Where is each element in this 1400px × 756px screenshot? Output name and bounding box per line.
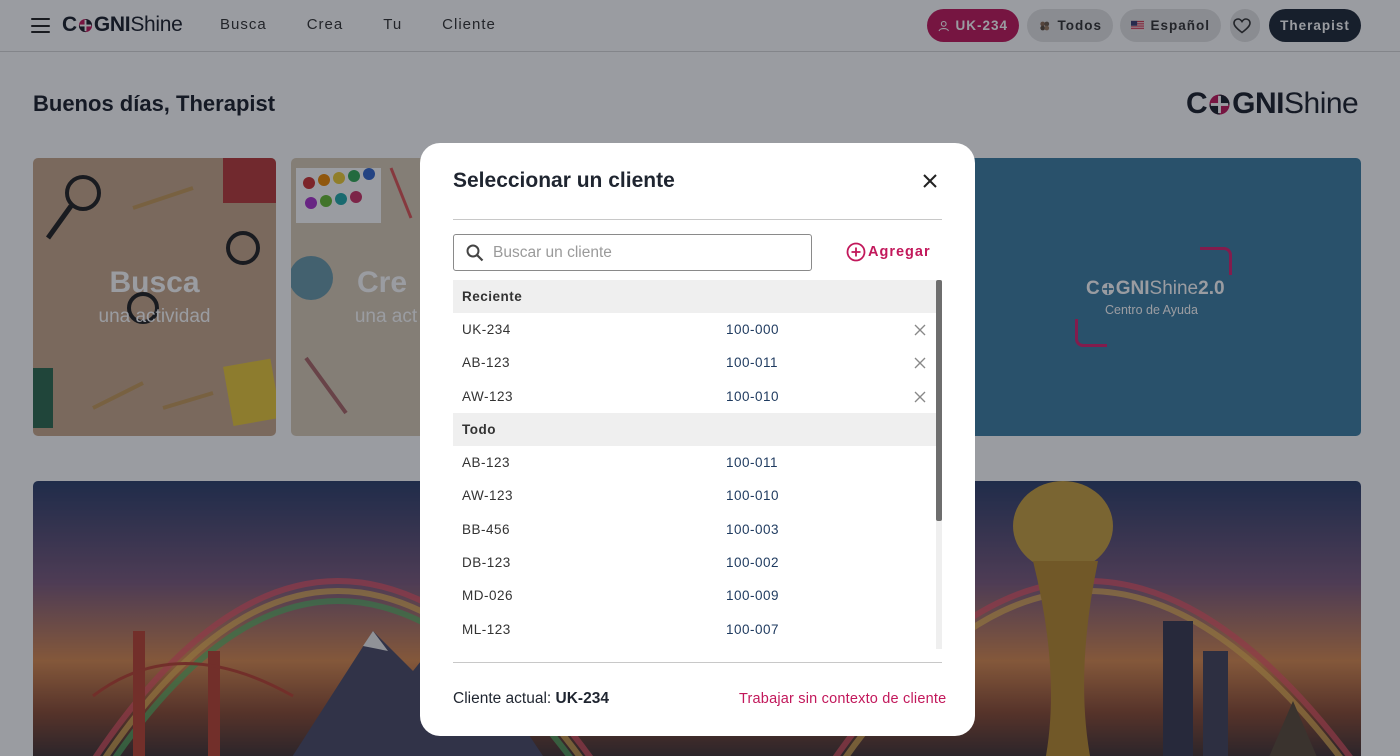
divider — [453, 662, 942, 663]
close-icon[interactable] — [920, 171, 940, 191]
client-list[interactable]: Reciente UK-234 100-000 AB-123 100-011 AW-12… — [453, 280, 942, 649]
client-code: AW-123 — [462, 388, 514, 404]
client-code: BB-456 — [462, 521, 511, 537]
client-search-box[interactable] — [453, 234, 812, 271]
client-number: 100-007 — [726, 621, 780, 637]
client-row[interactable]: MD-026 100-009 — [453, 579, 936, 612]
client-number: 100-010 — [726, 388, 780, 404]
client-number: 100-000 — [726, 322, 780, 338]
client-row[interactable]: AW-123 100-010 — [453, 380, 936, 413]
client-row[interactable]: AW-123 100-010 — [453, 479, 936, 512]
client-row[interactable]: AB-123 100-011 — [453, 446, 936, 479]
client-code: AB-123 — [462, 355, 511, 371]
add-client-button[interactable]: Agregar — [846, 242, 931, 262]
search-icon — [466, 244, 484, 261]
client-code: DB-123 — [462, 554, 511, 570]
client-row[interactable]: AB-123 100-011 — [453, 346, 936, 379]
current-client-label: Cliente actual: UK-234 — [453, 690, 609, 707]
section-header-all: Todo — [453, 412, 936, 446]
client-row[interactable]: ML-123 100-007 — [453, 612, 936, 645]
remove-recent-icon[interactable] — [914, 357, 926, 369]
remove-recent-icon[interactable] — [914, 324, 926, 336]
scrollbar-thumb[interactable] — [936, 280, 942, 521]
client-row[interactable]: BB-456 100-003 — [453, 512, 936, 545]
remove-recent-icon[interactable] — [914, 391, 926, 403]
client-number: 100-011 — [726, 355, 779, 371]
client-code: AW-123 — [462, 488, 514, 504]
work-without-client-link[interactable]: Trabajar sin contexto de cliente — [739, 691, 946, 707]
divider — [453, 219, 942, 220]
client-code: AB-123 — [462, 455, 511, 471]
client-code: ML-123 — [462, 621, 511, 637]
client-number: 100-010 — [726, 488, 780, 504]
client-number: 100-009 — [726, 588, 780, 604]
select-client-modal: Seleccionar un cliente Agregar Reciente … — [420, 143, 975, 736]
client-number: 100-002 — [726, 554, 780, 570]
client-row[interactable]: DB-123 100-002 — [453, 546, 936, 579]
plus-circle-icon — [846, 242, 866, 262]
client-number: 100-011 — [726, 455, 779, 471]
client-code: UK-234 — [462, 322, 511, 338]
client-code: MD-026 — [462, 588, 514, 604]
client-number: 100-003 — [726, 521, 780, 537]
modal-title: Seleccionar un cliente — [453, 169, 675, 192]
client-row[interactable]: UK-234 100-000 — [453, 313, 936, 346]
client-search-input[interactable] — [493, 243, 783, 262]
section-header-recent: Reciente — [453, 280, 936, 313]
